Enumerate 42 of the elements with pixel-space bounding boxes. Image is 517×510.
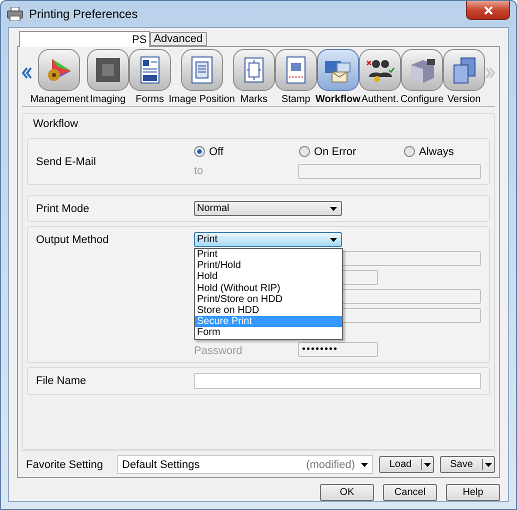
caret-icon	[330, 238, 337, 242]
tab[interactable]: PS	[19, 31, 150, 47]
chevron-left-icon[interactable]	[22, 67, 32, 79]
dropdown-option[interactable]: Store on HDD	[195, 304, 342, 316]
field-label: Password	[194, 345, 244, 357]
window-title: Printing Preferences	[29, 7, 138, 21]
caret-icon	[424, 462, 431, 466]
dialog-button[interactable]: Help	[446, 484, 500, 501]
dialog-button[interactable]: Cancel	[383, 484, 437, 501]
split-button[interactable]: Load	[379, 456, 434, 473]
close-icon	[484, 6, 492, 14]
dialog-button[interactable]: OK	[320, 484, 374, 501]
dropdown-option[interactable]: Hold (Without RIP)	[195, 282, 342, 294]
field-label: Output Method	[36, 234, 110, 246]
split-button[interactable]: Save	[440, 456, 495, 473]
field-label: Favorite Setting	[26, 458, 104, 470]
chevron-right-icon	[485, 67, 495, 79]
caret-icon	[361, 462, 368, 466]
output-method-dropdown[interactable]: Print	[194, 232, 342, 247]
dropdown-option[interactable]: Hold	[195, 271, 342, 283]
field-label: to	[194, 165, 204, 177]
printer-icon	[7, 7, 23, 21]
close-button[interactable]	[466, 1, 510, 20]
print-mode-dropdown[interactable]: Normal	[194, 201, 342, 216]
radio-option[interactable]: On Error	[299, 146, 404, 158]
field-label: Send E-Mail	[36, 156, 97, 168]
password-field[interactable]: ••••••••	[298, 342, 378, 357]
dropdown-option[interactable]: Print/Hold	[195, 260, 342, 272]
dropdown-option[interactable]: Form	[195, 327, 342, 338]
group-title: Workflow	[33, 118, 80, 130]
field-label: File Name	[36, 375, 88, 387]
caret-icon	[485, 462, 492, 466]
radio-option[interactable]: Always	[404, 146, 454, 158]
favorite-setting-dropdown[interactable]: Default Settings (modified)	[117, 455, 373, 474]
file-name-field[interactable]	[194, 373, 481, 389]
field-label: Print Mode	[36, 202, 90, 214]
dropdown-option[interactable]: Print/Store on HDD	[195, 294, 342, 305]
email-field[interactable]	[298, 164, 481, 178]
dropdown-option[interactable]: Print	[195, 249, 342, 260]
radio-option[interactable]: Off	[194, 146, 299, 158]
tab[interactable]: Advanced	[150, 32, 207, 46]
caret-icon	[330, 206, 337, 210]
